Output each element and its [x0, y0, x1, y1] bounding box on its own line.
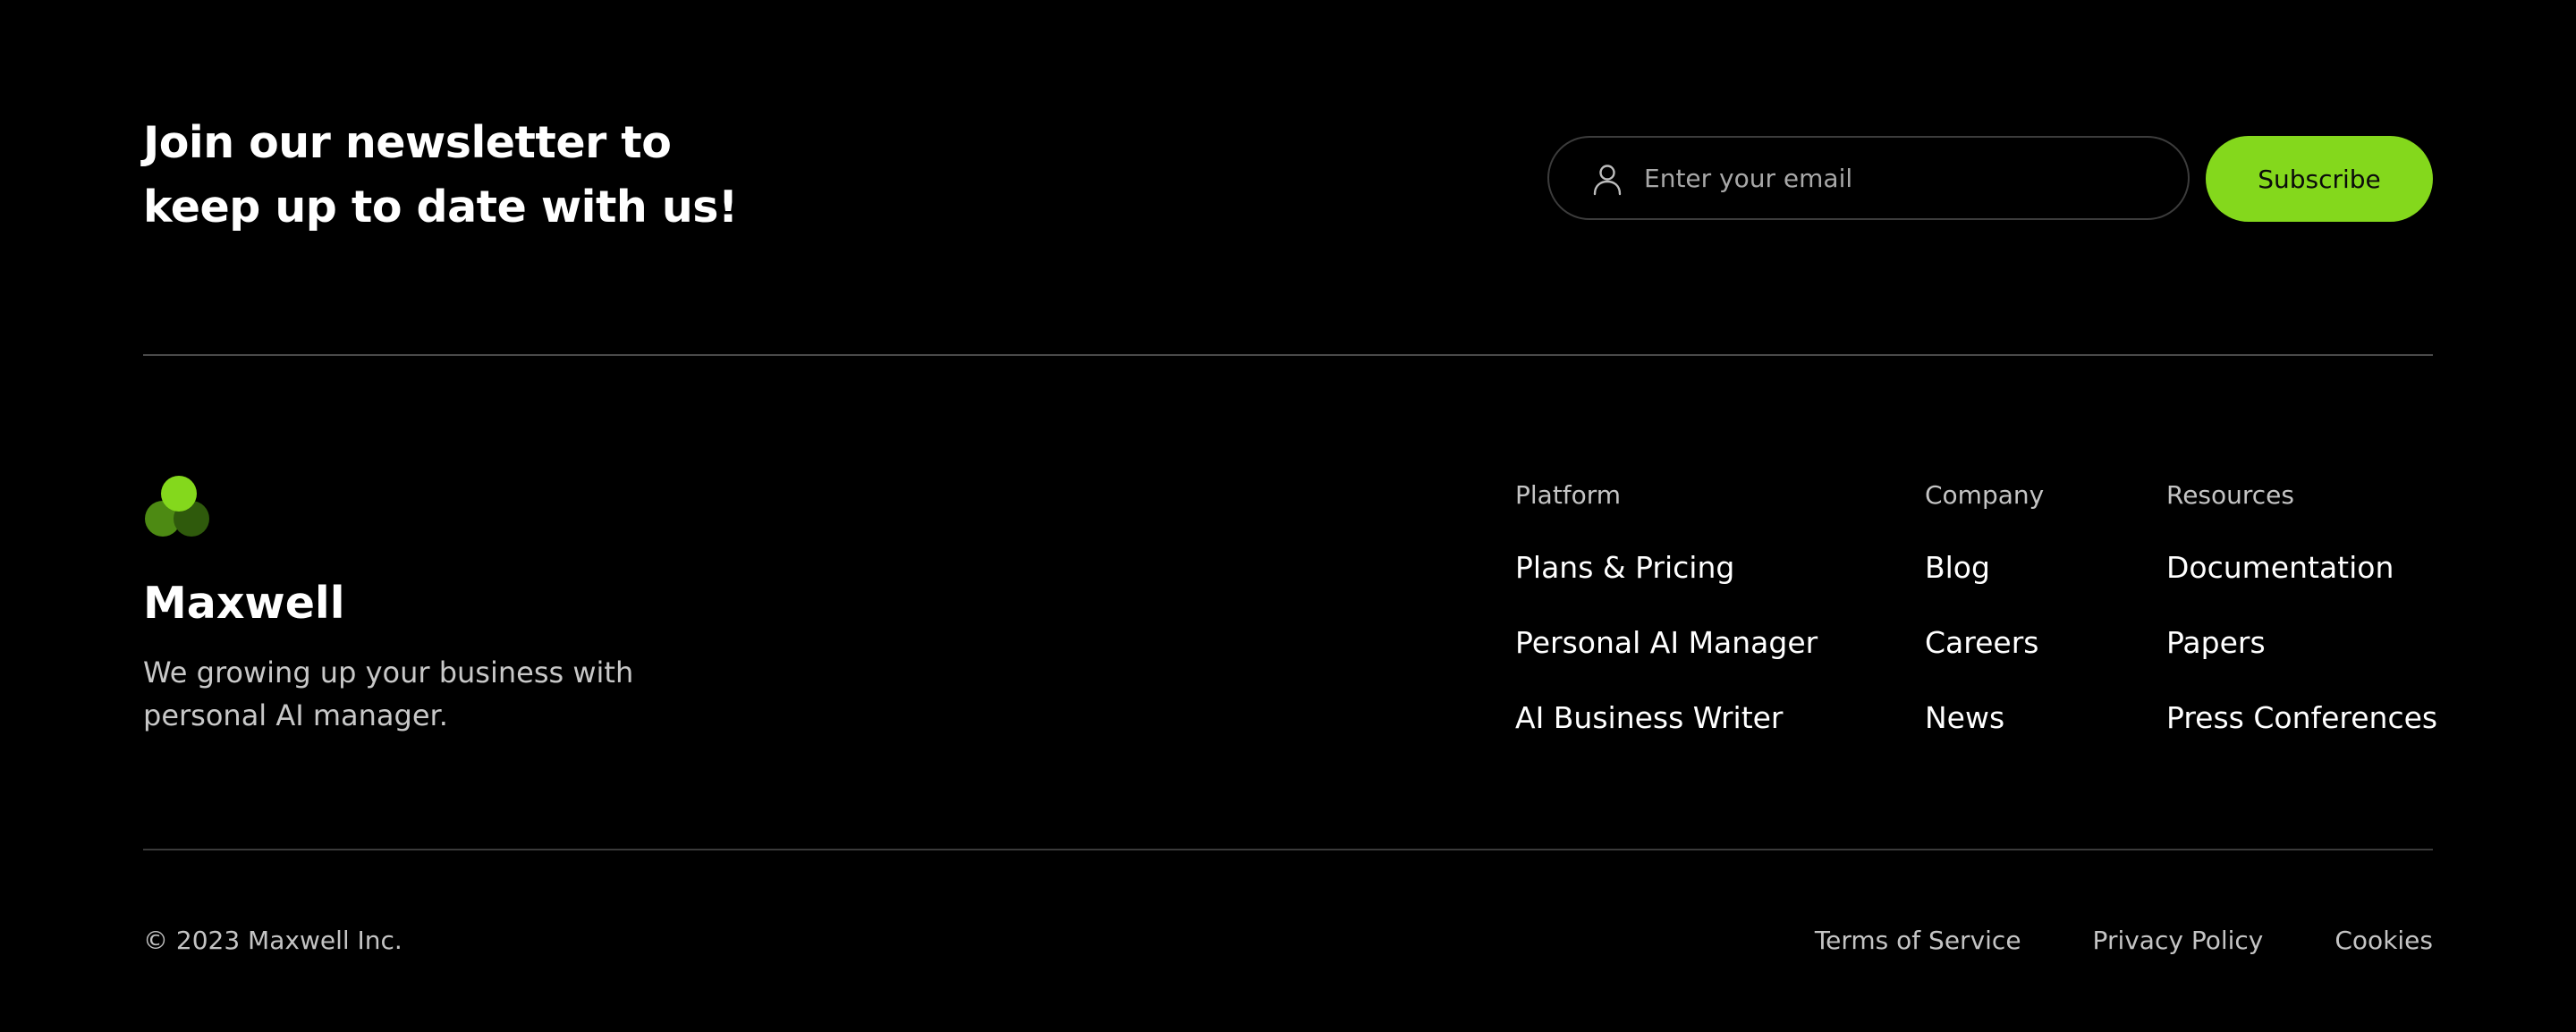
email-field[interactable]: [1547, 136, 2190, 220]
email-input[interactable]: [1644, 138, 2163, 218]
user-icon: [1593, 165, 1622, 196]
newsletter-heading-line-2: keep up to date with us!: [143, 182, 738, 233]
brand-tagline-line-1: We growing up your business with: [143, 656, 634, 689]
link-blog[interactable]: Blog: [1925, 547, 2044, 588]
link-news[interactable]: News: [1925, 698, 2044, 739]
brand-tagline-line-2: personal AI manager.: [143, 698, 448, 732]
company-heading: Company: [1925, 480, 2045, 510]
platform-column: Platform Plans & Pricing Personal AI Man…: [1515, 478, 1818, 773]
subscribe-button[interactable]: Subscribe: [2206, 136, 2433, 222]
three-circles-logo: [145, 476, 209, 537]
link-press-conferences[interactable]: Press Conferences: [2166, 698, 2437, 739]
link-plans-pricing[interactable]: Plans & Pricing: [1515, 547, 1818, 588]
link-terms-of-service[interactable]: Terms of Service: [1815, 923, 2021, 959]
legal-links: Terms of Service Privacy Policy Cookies: [1815, 923, 2433, 959]
site-footer: Join our newsletter to keep up to date w…: [143, 0, 2437, 1032]
link-ai-business-writer[interactable]: AI Business Writer: [1515, 698, 1818, 739]
link-documentation[interactable]: Documentation: [2166, 547, 2437, 588]
platform-heading: Platform: [1515, 480, 1622, 510]
copyright-text: © 2023 Maxwell Inc.: [143, 926, 402, 955]
brand-tagline: We growing up your business with persona…: [143, 651, 716, 737]
brand-name: Maxwell: [143, 578, 345, 629]
resources-heading: Resources: [2166, 480, 2294, 510]
link-careers[interactable]: Careers: [1925, 622, 2044, 664]
link-papers[interactable]: Papers: [2166, 622, 2437, 664]
section-divider: [143, 354, 2433, 356]
link-personal-ai-manager[interactable]: Personal AI Manager: [1515, 622, 1818, 664]
link-cookies[interactable]: Cookies: [2334, 923, 2433, 959]
link-privacy-policy[interactable]: Privacy Policy: [2093, 923, 2264, 959]
newsletter-heading-line-1: Join our newsletter to: [143, 117, 672, 168]
resources-column: Resources Documentation Papers Press Con…: [2166, 478, 2437, 773]
company-column: Company Blog Careers News: [1925, 478, 2044, 773]
bottom-divider: [143, 849, 2433, 850]
newsletter-heading: Join our newsletter to keep up to date w…: [143, 111, 769, 240]
